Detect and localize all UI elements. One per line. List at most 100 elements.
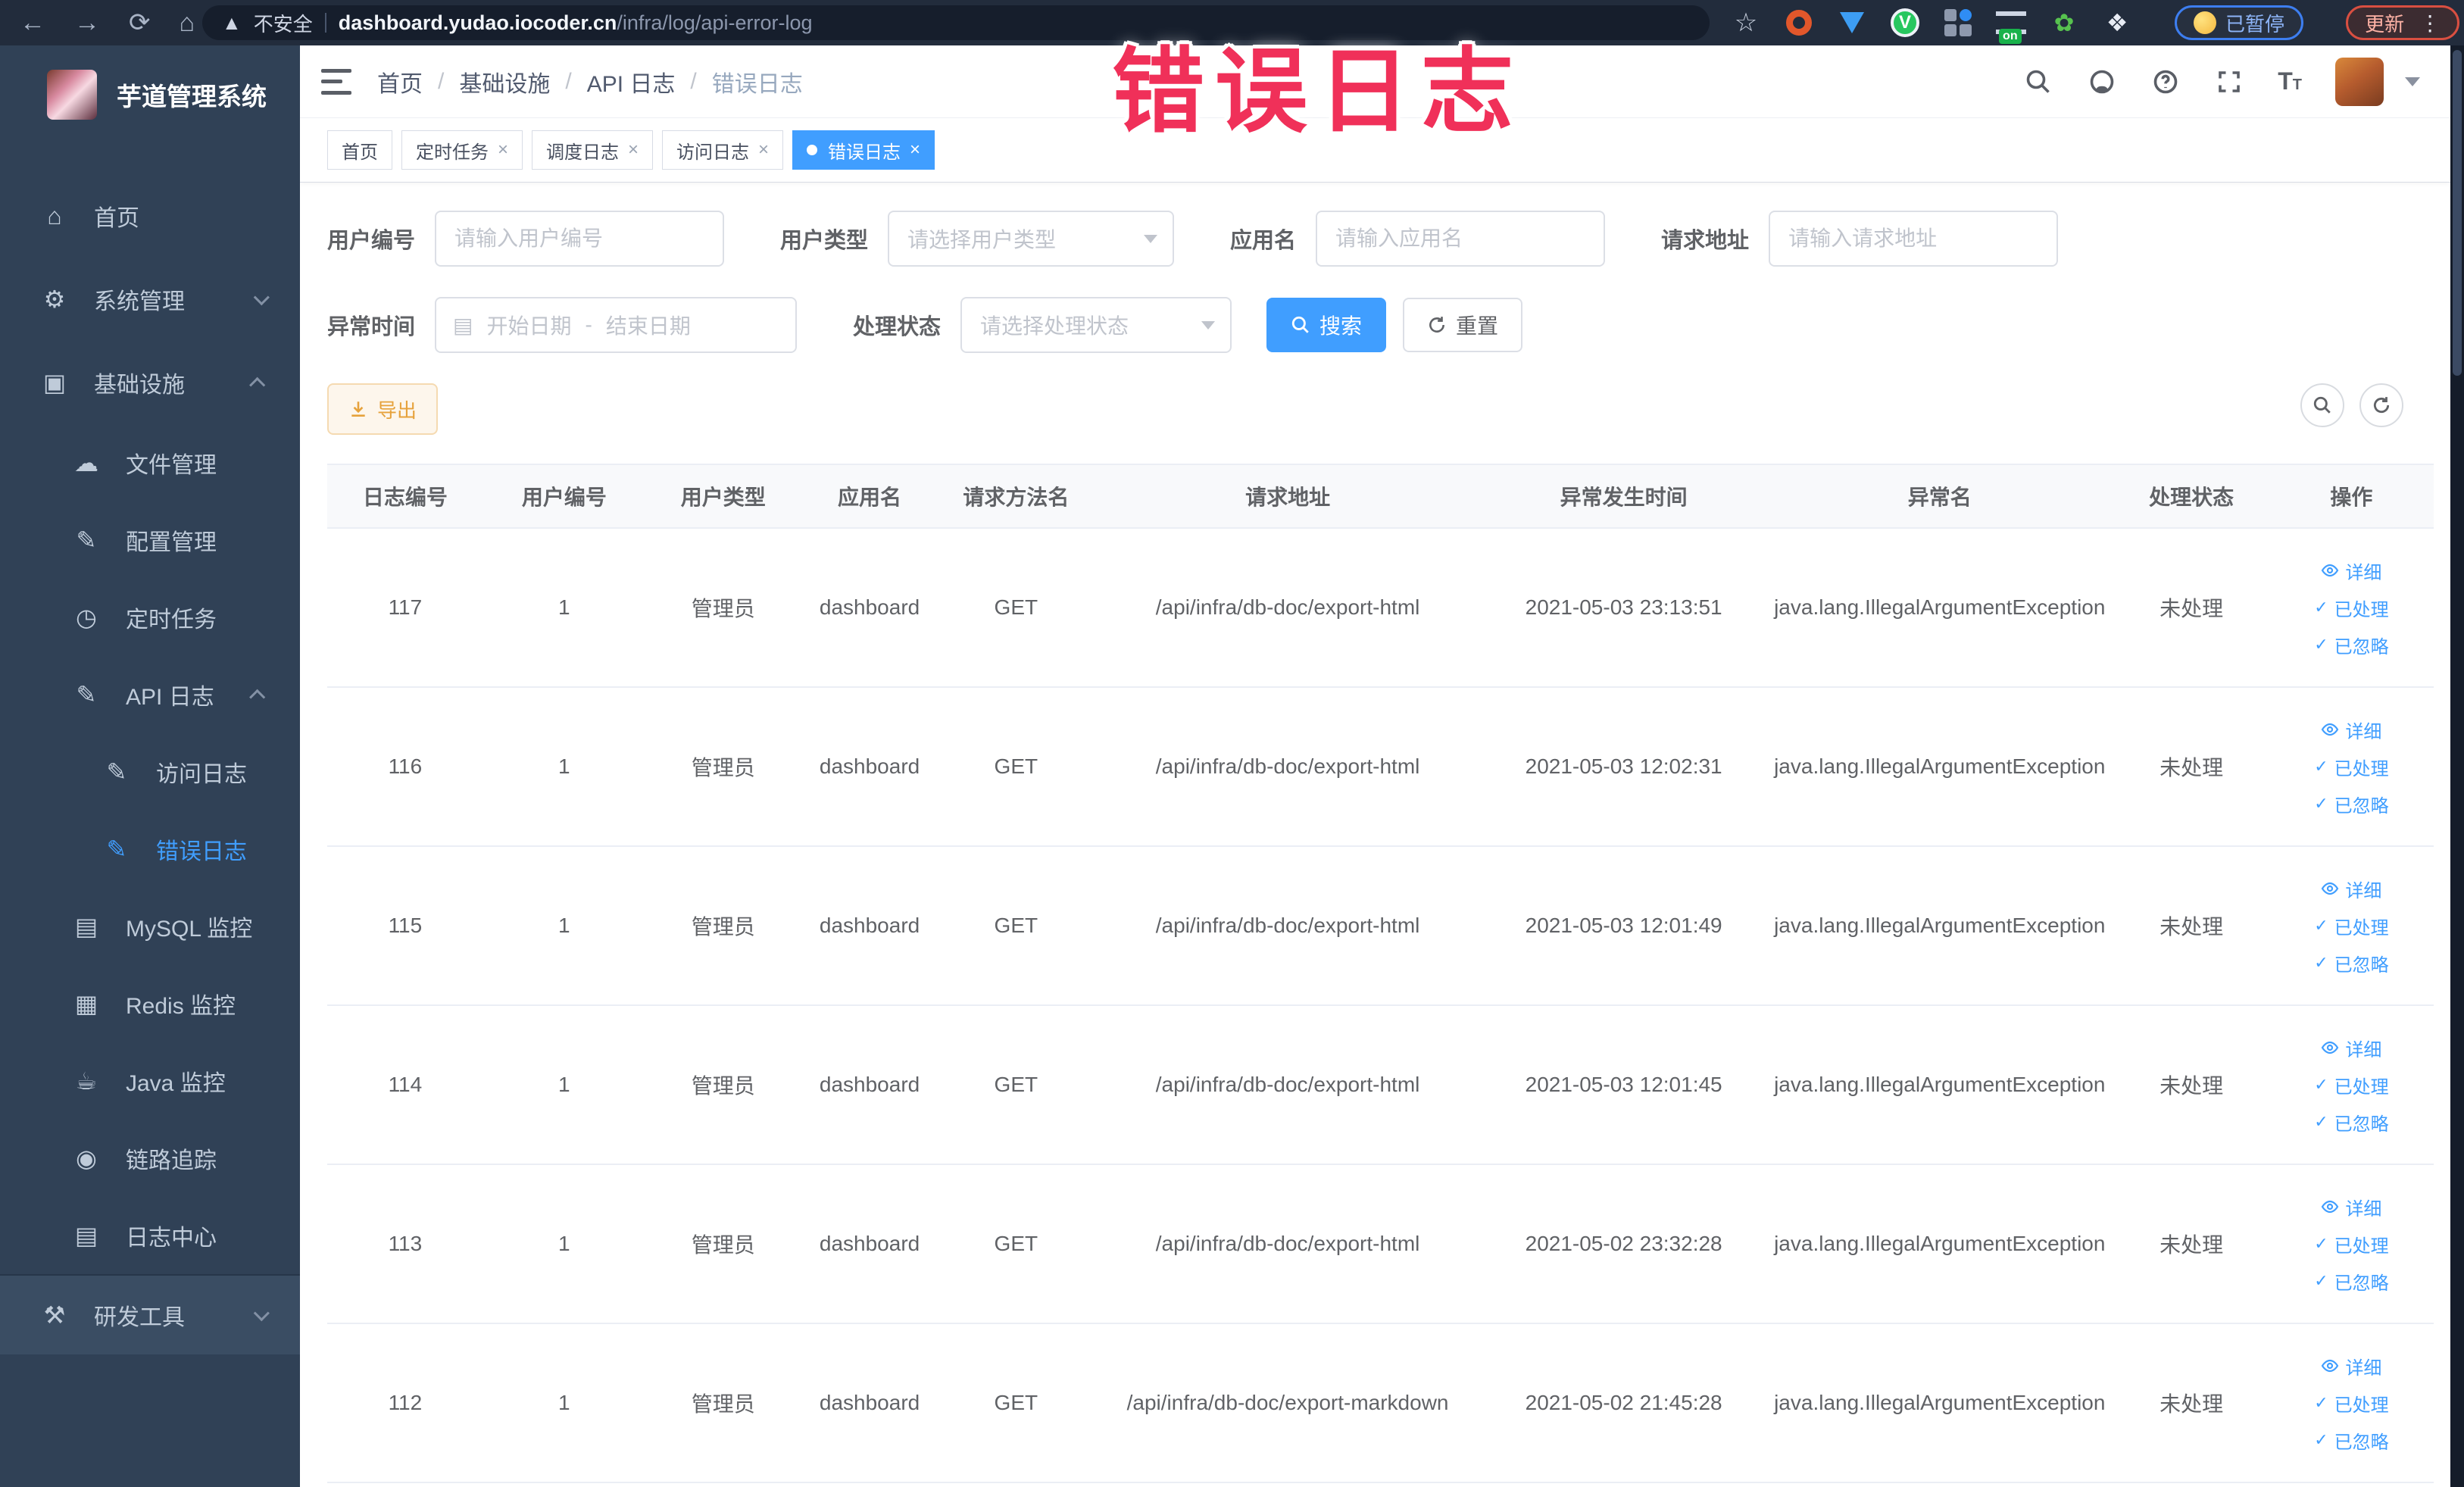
- browser-home-icon[interactable]: ⌂: [180, 10, 195, 36]
- detail-link[interactable]: 详细: [2321, 876, 2381, 902]
- refresh-button[interactable]: [2359, 383, 2403, 427]
- sidebar-item-log-center[interactable]: ▤ 日志中心: [0, 1197, 300, 1274]
- tab-home[interactable]: 首页: [327, 130, 392, 170]
- browser-menu-icon[interactable]: ⋮: [2419, 11, 2441, 36]
- close-icon[interactable]: ×: [910, 139, 920, 161]
- scrollbar-thumb[interactable]: [2453, 50, 2462, 376]
- github-icon[interactable]: [2087, 67, 2117, 97]
- detail-link[interactable]: 详细: [2321, 1353, 2381, 1379]
- app-logo: [47, 70, 97, 120]
- sidebar-item-access-logs[interactable]: ✎ 访问日志: [0, 733, 300, 811]
- extension-grid-icon[interactable]: [1943, 8, 1973, 38]
- close-icon[interactable]: ×: [758, 139, 769, 161]
- sidebar-item-trace[interactable]: ◉ 链路追踪: [0, 1120, 300, 1197]
- table-header-row: 日志编号 用户编号 用户类型 应用名 请求方法名 请求地址 异常发生时间 异常名…: [327, 465, 2434, 529]
- mark-processed-link[interactable]: ✓ 已处理: [2314, 595, 2388, 621]
- mark-processed-link[interactable]: ✓ 已处理: [2314, 913, 2388, 939]
- extension-shield-icon[interactable]: [1837, 8, 1867, 38]
- detail-link[interactable]: 详细: [2321, 558, 2381, 584]
- sidebar-collapse-icon[interactable]: [321, 68, 351, 95]
- reset-button[interactable]: 重置: [1403, 298, 1523, 352]
- table-toolbar: 导出: [327, 383, 2443, 435]
- column-header: 用户类型: [680, 486, 766, 509]
- search-icon[interactable]: [2023, 67, 2053, 97]
- sidebar-item-scheduled-tasks[interactable]: ◷ 定时任务: [0, 579, 300, 656]
- process-status-select[interactable]: 请选择处理状态: [960, 297, 1232, 353]
- sidebar-item-infrastructure[interactable]: ▣ 基础设施: [0, 341, 300, 424]
- user-id-input[interactable]: [435, 211, 725, 267]
- sidebar-item-java-monitor[interactable]: ☕ Java 监控: [0, 1042, 300, 1120]
- mark-ignored-link[interactable]: ✓ 已忽略: [2314, 950, 2388, 976]
- breadcrumb-home[interactable]: 首页: [377, 65, 423, 98]
- sidebar-item-config-management[interactable]: ✎ 配置管理: [0, 501, 300, 579]
- toggle-search-button[interactable]: [2300, 383, 2344, 427]
- detail-link[interactable]: 详细: [2321, 717, 2381, 743]
- browser-reload-icon[interactable]: ⟳: [129, 10, 151, 36]
- extension-orange-icon[interactable]: [1784, 8, 1814, 38]
- mark-ignored-link[interactable]: ✓ 已忽略: [2314, 791, 2388, 817]
- page-content: 用户编号 用户类型 请选择用户类型 应用名 请求地址 异常时间 ▤ 开始日期 -…: [300, 183, 2450, 1487]
- edit-square-icon: ✎: [106, 836, 127, 863]
- bookmark-star-icon[interactable]: ☆: [1731, 8, 1761, 38]
- mark-processed-link[interactable]: ✓ 已处理: [2314, 1390, 2388, 1417]
- app-logo-row[interactable]: 芋道管理系统: [0, 45, 300, 144]
- close-icon[interactable]: ×: [498, 139, 508, 161]
- paused-extension-badge[interactable]: 已暂停: [2175, 5, 2304, 40]
- end-date-placeholder: 结束日期: [605, 314, 691, 338]
- sidebar-item-home[interactable]: ⌂ 首页: [0, 174, 300, 258]
- breadcrumb-infrastructure[interactable]: 基础设施: [459, 65, 550, 98]
- fullscreen-icon[interactable]: [2214, 67, 2244, 97]
- mark-processed-link[interactable]: ✓ 已处理: [2314, 1231, 2388, 1257]
- exception-time-range-picker[interactable]: ▤ 开始日期 - 结束日期: [435, 297, 798, 353]
- sidebar-item-error-logs[interactable]: ✎ 错误日志: [0, 811, 300, 888]
- user-menu-caret-icon[interactable]: [2405, 77, 2420, 86]
- tab-error-logs[interactable]: 错误日志 ×: [792, 130, 935, 170]
- coffee-icon: ☕: [75, 1067, 98, 1095]
- browser-back-icon[interactable]: ←: [20, 10, 45, 36]
- browser-update-button[interactable]: 更新 ⋮: [2346, 5, 2460, 40]
- filter-row-2: 异常时间 ▤ 开始日期 - 结束日期 处理状态 请选择处理状态 搜索 重置: [327, 297, 2443, 353]
- check-icon: ✓: [2314, 1393, 2328, 1412]
- mark-ignored-link[interactable]: ✓ 已忽略: [2314, 632, 2388, 658]
- edit-square-icon: ✎: [106, 758, 127, 786]
- mark-ignored-link[interactable]: ✓ 已忽略: [2314, 1109, 2388, 1136]
- sidebar-item-system-management[interactable]: ⚙ 系统管理: [0, 258, 300, 341]
- sidebar-item-mysql-monitor[interactable]: ▤ MySQL 监控: [0, 888, 300, 965]
- app-name-input[interactable]: [1316, 211, 1606, 267]
- mark-ignored-link[interactable]: ✓ 已忽略: [2314, 1268, 2388, 1295]
- font-size-icon[interactable]: TT: [2278, 67, 2302, 95]
- extension-on-icon[interactable]: on: [1996, 8, 2027, 44]
- detail-link[interactable]: 详细: [2321, 1194, 2381, 1220]
- browser-forward-icon[interactable]: →: [74, 10, 100, 36]
- help-icon[interactable]: [2150, 67, 2181, 97]
- tab-access-logs[interactable]: 访问日志 ×: [662, 130, 784, 170]
- table-row: 116 1 管理员 dashboard GET /api/infra/db-do…: [327, 688, 2434, 847]
- extension-v-icon[interactable]: V: [1890, 8, 1920, 38]
- detail-link[interactable]: 详细: [2321, 1035, 2381, 1061]
- check-icon: ✓: [2314, 635, 2328, 654]
- extensions-puzzle-icon[interactable]: ❖: [2102, 8, 2132, 38]
- close-icon[interactable]: ×: [628, 139, 639, 161]
- mark-processed-link[interactable]: ✓ 已处理: [2314, 1072, 2388, 1098]
- exception-time-label: 异常时间: [327, 315, 416, 339]
- database-icon: ▤: [74, 913, 98, 940]
- mark-processed-link[interactable]: ✓ 已处理: [2314, 754, 2388, 780]
- export-button[interactable]: 导出: [327, 383, 439, 435]
- breadcrumb-api-logs[interactable]: API 日志: [587, 65, 676, 98]
- sidebar-item-redis-monitor[interactable]: ▦ Redis 监控: [0, 965, 300, 1042]
- check-icon: ✓: [2314, 1075, 2328, 1094]
- tab-scheduled-tasks[interactable]: 定时任务 ×: [401, 130, 523, 170]
- extension-leaf-icon[interactable]: ✿: [2049, 8, 2079, 38]
- user-type-select[interactable]: 请选择用户类型: [888, 211, 1175, 267]
- request-url-input[interactable]: [1769, 211, 2059, 267]
- table-row: 115 1 管理员 dashboard GET /api/infra/db-do…: [327, 847, 2434, 1006]
- search-button[interactable]: 搜索: [1266, 298, 1387, 352]
- user-avatar[interactable]: [2335, 57, 2384, 106]
- sidebar-item-api-logs[interactable]: ✎ API 日志: [0, 656, 300, 733]
- sidebar-item-file-management[interactable]: ☁ 文件管理: [0, 424, 300, 501]
- mark-ignored-link[interactable]: ✓ 已忽略: [2314, 1427, 2388, 1454]
- sidebar-item-dev-tools[interactable]: ⚒ 研发工具: [0, 1274, 300, 1354]
- error-log-table: 日志编号 用户编号 用户类型 应用名 请求方法名 请求地址 异常发生时间 异常名…: [327, 464, 2434, 1483]
- browser-scrollbar[interactable]: [2450, 45, 2464, 1487]
- tab-dispatch-logs[interactable]: 调度日志 ×: [532, 130, 654, 170]
